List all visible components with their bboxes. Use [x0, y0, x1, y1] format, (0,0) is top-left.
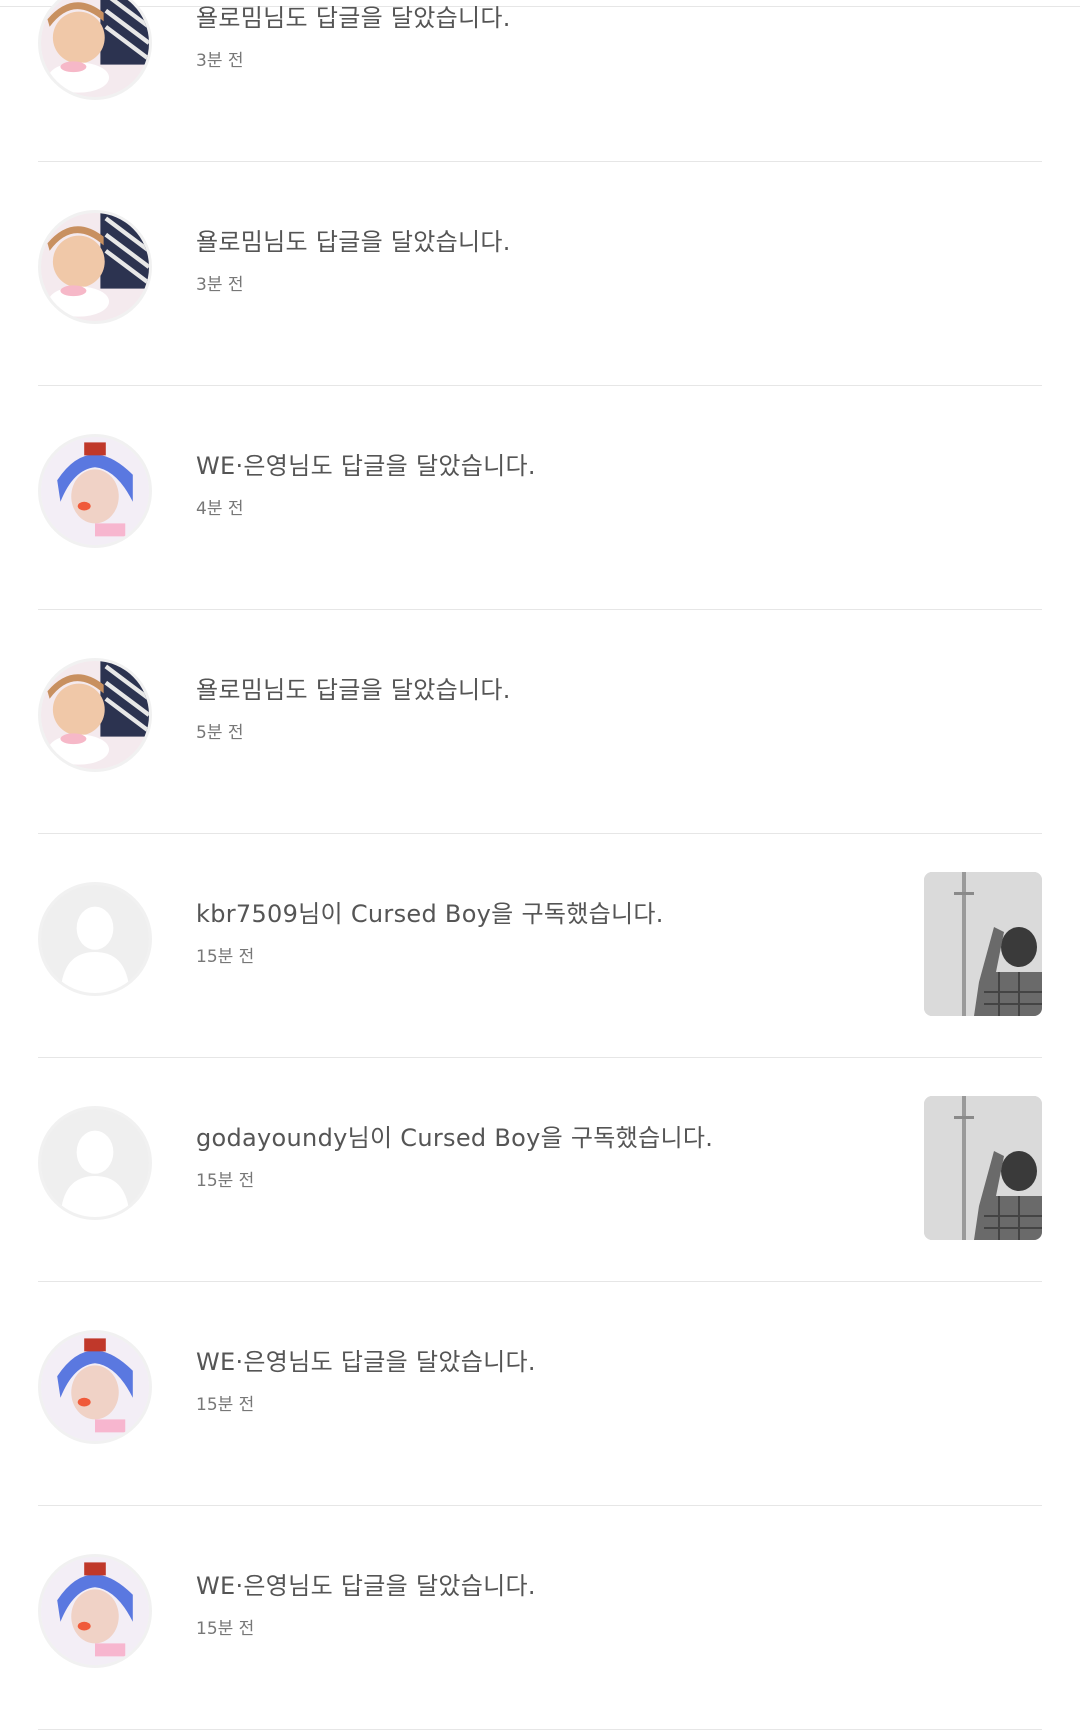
user-avatar-photo[interactable]	[38, 1554, 152, 1668]
notification-message: 욜로밈님도 답글을 달았습니다.	[196, 676, 511, 704]
notification-item[interactable]: 욜로밈님도 답글을 달았습니다. 5분 전	[38, 610, 1042, 834]
user-avatar-photo[interactable]	[38, 1330, 152, 1444]
notification-message: kbr7509님이 Cursed Boy을 구독했습니다.	[196, 900, 664, 928]
notification-item[interactable]: WE·은영님도 답글을 달았습니다. 15분 전	[38, 1282, 1042, 1506]
notification-message: 욜로밈님도 답글을 달았습니다.	[196, 228, 511, 256]
story-cover-thumbnail[interactable]	[924, 1096, 1042, 1240]
notification-item[interactable]: 욜로밈님도 답글을 달았습니다. 3분 전	[38, 162, 1042, 386]
default-user-icon[interactable]	[38, 1106, 152, 1220]
user-avatar-photo[interactable]	[38, 434, 152, 548]
notification-time: 15분 전	[196, 1171, 255, 1191]
notification-time: 5분 전	[196, 723, 244, 743]
notification-item[interactable]: WE·은영님도 답글을 달았습니다. 4분 전	[38, 386, 1042, 610]
default-user-icon[interactable]	[38, 882, 152, 996]
notification-item[interactable]: kbr7509님이 Cursed Boy을 구독했습니다. 15분 전	[38, 834, 1042, 1058]
user-avatar-photo[interactable]	[38, 658, 152, 772]
row-divider	[38, 1729, 1042, 1730]
notification-time: 15분 전	[196, 947, 255, 967]
notification-message: 욜로밈님도 답글을 달았습니다.	[196, 4, 511, 32]
notification-time: 3분 전	[196, 51, 244, 71]
notification-time: 15분 전	[196, 1395, 255, 1415]
user-avatar-photo[interactable]	[38, 210, 152, 324]
notification-message: godayoundy님이 Cursed Boy을 구독했습니다.	[196, 1124, 714, 1152]
notification-message: WE·은영님도 답글을 달았습니다.	[196, 1348, 536, 1376]
notification-item[interactable]: WE·은영님도 답글을 달았습니다. 15분 전	[38, 1506, 1042, 1730]
notification-time: 4분 전	[196, 499, 244, 519]
notification-message: WE·은영님도 답글을 달았습니다.	[196, 1572, 536, 1600]
notification-item[interactable]: 욜로밈님도 답글을 달았습니다. 3분 전	[38, 0, 1042, 162]
notification-time: 15분 전	[196, 1619, 255, 1639]
notification-item[interactable]: godayoundy님이 Cursed Boy을 구독했습니다. 15분 전	[38, 1058, 1042, 1282]
notification-message: WE·은영님도 답글을 달았습니다.	[196, 452, 536, 480]
story-cover-thumbnail[interactable]	[924, 872, 1042, 1016]
notification-time: 3분 전	[196, 275, 244, 295]
user-avatar-photo[interactable]	[38, 0, 152, 100]
